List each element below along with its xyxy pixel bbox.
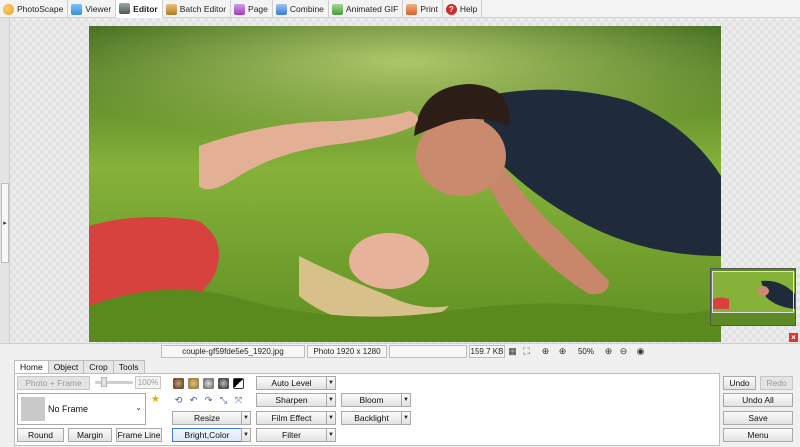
black-white-icon[interactable] [218, 378, 229, 389]
zoom-actual-icon[interactable]: ⊕ [557, 346, 568, 357]
tab-label: Editor [133, 3, 158, 14]
tab-print[interactable]: Print [403, 0, 443, 18]
filter-button[interactable]: Filter [256, 428, 327, 442]
tab-label: Combine [289, 4, 324, 14]
straighten-icon[interactable]: ⤡ [218, 395, 229, 406]
help-icon: ? [445, 3, 457, 15]
round-button[interactable]: Round [17, 428, 64, 442]
tab-tools[interactable]: Tools [112, 360, 145, 373]
tab-label: Batch Editor [179, 4, 227, 14]
transparency-grid-icon[interactable]: ▦ [507, 346, 518, 357]
frame-dropdown[interactable]: No Frame ⌄ [17, 393, 146, 425]
sharpen-button[interactable]: Sharpen [256, 393, 327, 407]
grayscale-icon[interactable] [203, 378, 214, 389]
favorite-star-icon[interactable]: ★ [151, 394, 160, 405]
status-file-size: 159.7 KB [469, 345, 505, 358]
tab-label: Viewer [85, 4, 112, 14]
frame-preview-swatch [21, 397, 45, 421]
fit-screen-icon[interactable]: ⛶ [521, 346, 532, 357]
bright-color-button[interactable]: Bright,Color [172, 428, 242, 442]
page-icon [234, 3, 246, 15]
bloom-button[interactable]: Bloom [341, 393, 402, 407]
undo-all-button[interactable]: Undo All [723, 393, 793, 407]
bloom-dropdown-icon[interactable]: ▼ [401, 393, 411, 407]
sepia-brown-icon[interactable] [173, 378, 184, 389]
filter-dropdown-icon[interactable]: ▼ [326, 428, 336, 442]
photo-canvas[interactable] [89, 26, 721, 342]
photoscape-icon [3, 3, 14, 15]
photo-image [89, 26, 721, 342]
photo-frame-button[interactable]: Photo + Frame [17, 376, 90, 390]
tab-label: Page [248, 4, 268, 14]
auto-level-dropdown-icon[interactable]: ▼ [326, 376, 336, 390]
zoom-in-icon[interactable]: ⊕ [603, 346, 614, 357]
zoom-out-icon[interactable]: ⊖ [618, 346, 629, 357]
free-rotate-icon[interactable]: ⤧ [233, 395, 244, 406]
tab-combine[interactable]: Combine [273, 0, 329, 18]
tab-label: PhotoScape [17, 4, 64, 14]
frame-name: No Frame [48, 404, 89, 414]
side-panel-strip [0, 18, 10, 343]
tab-page[interactable]: Page [231, 0, 273, 18]
zoom-fit-icon[interactable]: ⊕ [540, 346, 551, 357]
frame-line-button[interactable]: Frame Line [116, 428, 162, 442]
status-filename: couple-gf59fde5e5_1920.jpg [161, 345, 305, 358]
print-icon [406, 3, 418, 15]
tab-home[interactable]: Home [14, 360, 49, 374]
editor-icon [119, 3, 131, 14]
redo-button[interactable]: Redo [760, 376, 793, 390]
auto-level-button[interactable]: Auto Level [256, 376, 327, 390]
tab-editor[interactable]: Editor [116, 0, 163, 18]
tab-label: Help [459, 4, 478, 14]
navigator-viewport-box[interactable] [712, 271, 794, 313]
sepia-gold-icon[interactable] [188, 378, 199, 389]
tab-photoscape[interactable]: PhotoScape [0, 0, 69, 18]
resize-button[interactable]: Resize [172, 411, 242, 425]
close-navigator-icon[interactable]: × [789, 333, 798, 342]
undo-button[interactable]: Undo [723, 376, 756, 390]
tab-animated-gif[interactable]: Animated GIF [329, 0, 404, 18]
save-button[interactable]: Save [723, 411, 793, 425]
combine-icon [275, 3, 287, 15]
rotate-left-icon[interactable]: ↶ [188, 395, 199, 406]
sharpen-dropdown-icon[interactable]: ▼ [326, 393, 336, 407]
backlight-button[interactable]: Backlight [341, 411, 402, 425]
side-panel-toggle[interactable]: ▸ [1, 183, 9, 263]
tab-label: Print [420, 4, 438, 14]
status-blank [389, 345, 467, 358]
frame-zoom-value: 100% [135, 376, 161, 389]
margin-button[interactable]: Margin [68, 428, 112, 442]
tab-object[interactable]: Object [47, 360, 85, 373]
tab-batch-editor[interactable]: Batch Editor [163, 0, 232, 18]
menu-button[interactable]: Menu [723, 428, 793, 442]
backlight-dropdown-icon[interactable]: ▼ [401, 411, 411, 425]
rotate-right-icon[interactable]: ↷ [203, 395, 214, 406]
tab-viewer[interactable]: Viewer [68, 0, 117, 18]
batch-editor-icon [165, 3, 177, 15]
animated-gif-icon [331, 3, 343, 15]
tab-label: Animated GIF [345, 4, 399, 14]
status-zoom: 50% [577, 347, 594, 356]
frame-zoom-slider-knob[interactable] [101, 377, 107, 387]
zoom-settings-icon[interactable]: ◉ [635, 346, 646, 357]
viewer-icon [71, 3, 83, 15]
flip-icon[interactable]: ⟲ [173, 395, 184, 406]
panel-tabs: Home Object Crop Tools [14, 360, 145, 374]
negative-icon[interactable] [233, 378, 244, 389]
tab-crop[interactable]: Crop [83, 360, 114, 373]
main-tab-bar: PhotoScape Viewer Editor Batch Editor Pa… [0, 0, 800, 18]
tab-help[interactable]: ? Help [443, 0, 483, 18]
resize-dropdown-icon[interactable]: ▼ [241, 411, 251, 425]
bright-color-dropdown-icon[interactable]: ▼ [241, 428, 251, 442]
status-bar: couple-gf59fde5e5_1920.jpg Photo 1920 x … [0, 343, 800, 358]
status-photo-info: Photo 1920 x 1280 [307, 345, 387, 358]
film-effect-button[interactable]: Film Effect [256, 411, 327, 425]
chevron-down-icon: ⌄ [135, 403, 142, 412]
film-effect-dropdown-icon[interactable]: ▼ [326, 411, 336, 425]
